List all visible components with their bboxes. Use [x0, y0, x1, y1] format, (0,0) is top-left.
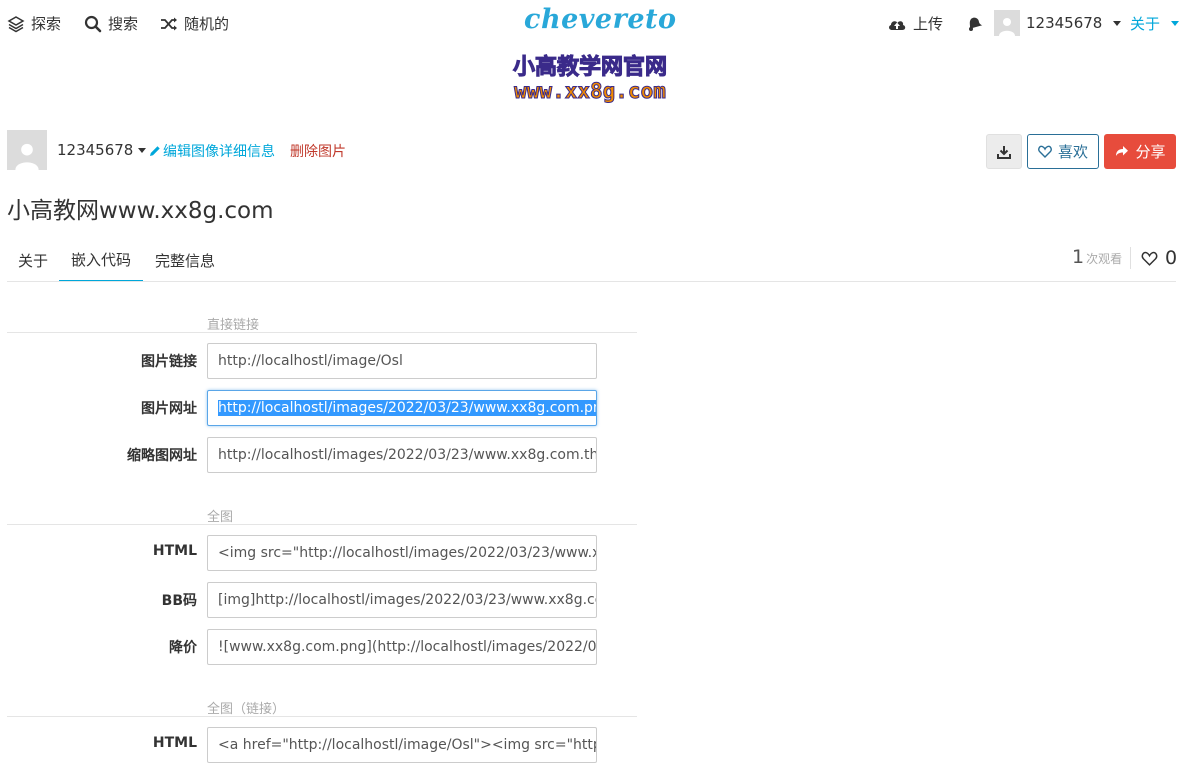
linked-html-code-field[interactable]: <a href="http://localhostl/image/Osl"><i… [207, 727, 597, 763]
heart-icon [1141, 251, 1158, 266]
views-count: 1 [1072, 246, 1085, 268]
html-code-label: HTML [152, 543, 197, 559]
notification-bell-icon [969, 17, 983, 31]
section-title-full-image: 全图 [207, 510, 234, 525]
explore-nav[interactable]: 探索 [7, 13, 61, 34]
image-url-field[interactable]: http://localhostl/images/2022/03/23/www.… [207, 390, 597, 426]
random-label: 随机的 [184, 15, 230, 33]
html-code-field[interactable]: <img src="http://localhostl/images/2022/… [207, 535, 597, 571]
share-label: 分享 [1135, 143, 1166, 161]
markdown-field[interactable]: ![www.xx8g.com.png](http://localhostl/im… [207, 629, 597, 665]
markdown-label: 降价 [169, 640, 197, 656]
site-logo[interactable]: chevereto [524, 4, 677, 35]
layers-icon [7, 15, 25, 32]
user-menu-name: 12345678 [1026, 14, 1103, 32]
section-title-full-image-linked: 全图（链接） [207, 702, 286, 717]
image-link-field[interactable]: http://localhostl/image/Osl [207, 343, 597, 379]
owner-username: 12345678 [57, 141, 134, 159]
explore-label: 探索 [31, 15, 62, 33]
banner-image: 小高教学网官网 www.xx8g.com [497, 55, 683, 105]
section-divider [7, 524, 637, 525]
share-icon [1116, 145, 1129, 156]
chevron-down-icon [1171, 21, 1180, 26]
banner-line2: www.xx8g.com [514, 79, 667, 103]
share-button[interactable]: 分享 [1104, 134, 1176, 169]
edit-image-label: 编辑图像详细信息 [163, 144, 275, 160]
bbcode-field[interactable]: [img]http://localhostl/images/2022/03/23… [207, 582, 597, 618]
like-button[interactable]: 喜欢 [1027, 134, 1099, 169]
tab-about[interactable]: 关于 [7, 238, 59, 282]
cloud-upload-icon [889, 20, 906, 30]
thumbnail-url-label: 缩略图网址 [127, 448, 197, 464]
like-label: 喜欢 [1057, 143, 1088, 161]
image-title: 小高教网www.xx8g.com [7, 198, 274, 224]
likes-counter: 0 [1141, 247, 1177, 269]
thumbnail-url-field[interactable]: http://localhostl/images/2022/03/23/www.… [207, 437, 597, 473]
markdown-value: ![www.xx8g.com.png](http://localhostl/im… [218, 639, 597, 655]
edit-image-link[interactable]: 编辑图像详细信息 [149, 141, 275, 161]
banner-line1: 小高教学网官网 [512, 55, 667, 81]
about-label: 关于 [1130, 15, 1161, 33]
random-nav[interactable]: 随机的 [160, 13, 229, 34]
notifications-button[interactable] [965, 14, 983, 36]
upload-nav[interactable]: 上传 [887, 13, 943, 34]
heart-icon [1038, 145, 1052, 158]
section-title-direct-links: 直接链接 [207, 318, 260, 333]
upload-label: 上传 [913, 15, 944, 33]
chevron-down-icon [138, 147, 147, 153]
image-url-value: http://localhostl/images/2022/03/23/www.… [218, 400, 596, 416]
shuffle-icon [161, 17, 177, 30]
search-nav[interactable]: 搜索 [84, 13, 138, 34]
pencil-icon [150, 146, 160, 156]
views-counter: 1 次观看 [1072, 246, 1122, 268]
tab-embed-codes[interactable]: 嵌入代码 [59, 238, 143, 282]
bbcode-value: [img]http://localhostl/images/2022/03/23… [218, 592, 596, 608]
linked-html-code-value: <a href="http://localhostl/image/Osl"><i… [218, 737, 596, 753]
download-button[interactable] [986, 134, 1022, 169]
section-divider [7, 332, 637, 333]
image-link-label: 图片链接 [141, 354, 197, 370]
chevron-down-icon [1113, 20, 1122, 26]
user-menu[interactable]: 12345678 [994, 10, 1122, 36]
thumbnail-url-value: http://localhostl/images/2022/03/23/www.… [218, 447, 597, 463]
likes-count: 0 [1165, 247, 1178, 269]
search-label: 搜索 [108, 15, 139, 33]
tab-full-info[interactable]: 完整信息 [143, 238, 227, 282]
owner-menu[interactable]: 12345678 [57, 141, 147, 159]
user-silhouette-icon [15, 143, 39, 170]
linked-html-code-label: HTML [152, 735, 197, 751]
search-icon [84, 15, 102, 32]
section-divider [7, 716, 637, 717]
html-code-value: <img src="http://localhostl/images/2022/… [218, 545, 596, 561]
avatar [994, 10, 1020, 36]
tabs-divider [7, 281, 1176, 282]
image-link-value: http://localhostl/image/Osl [218, 353, 403, 369]
views-label: 次观看 [1086, 252, 1123, 266]
bbcode-label: BB码 [161, 593, 197, 609]
delete-image-link[interactable]: 删除图片 [290, 141, 346, 161]
download-icon [997, 145, 1011, 159]
user-silhouette-icon [999, 18, 1015, 36]
owner-avatar[interactable] [7, 130, 47, 170]
stats-divider [1130, 247, 1131, 269]
about-menu[interactable]: 关于 [1130, 13, 1180, 34]
image-url-label: 图片网址 [141, 401, 197, 417]
